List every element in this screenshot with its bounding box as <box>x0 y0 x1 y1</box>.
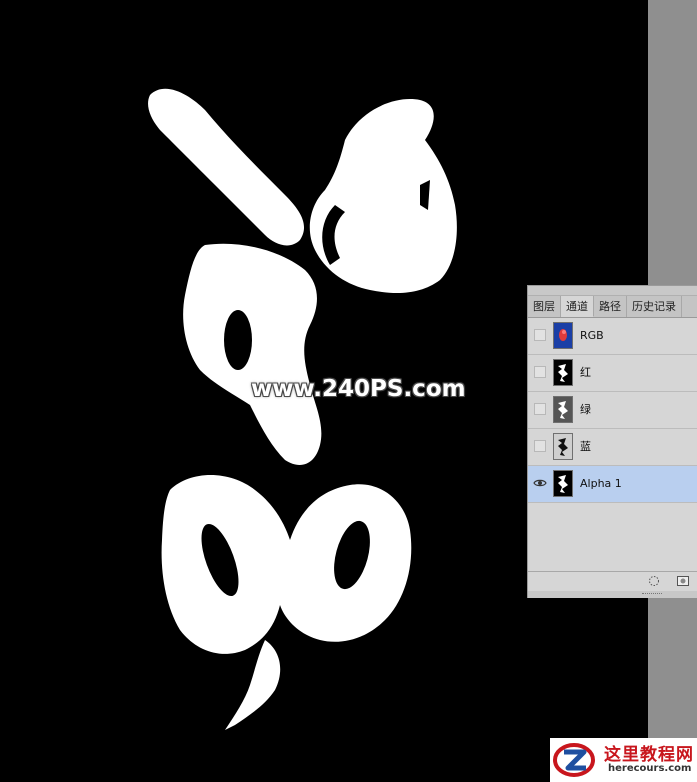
channel-label: Alpha 1 <box>580 477 622 490</box>
channel-label: 蓝 <box>580 440 591 453</box>
site-logo: 这里教程网 herecours.com <box>550 738 697 782</box>
load-selection-icon[interactable] <box>648 575 660 587</box>
channel-row-alpha[interactable]: Alpha 1 <box>528 466 697 503</box>
visibility-toggle[interactable] <box>534 329 546 341</box>
channel-label: RGB <box>580 329 604 342</box>
tab-paths[interactable]: 路径 <box>594 296 627 317</box>
panel-header-bar[interactable] <box>528 286 697 296</box>
tab-layers[interactable]: 图层 <box>528 296 561 317</box>
visibility-toggle[interactable] <box>534 366 546 378</box>
green-channel-thumbnail-icon <box>553 396 573 423</box>
channel-label: 绿 <box>580 403 591 416</box>
save-selection-icon[interactable] <box>677 575 689 587</box>
channel-list: RGB 红 绿 蓝 Alpha 1 <box>528 318 697 503</box>
watermark-text: www.240PS.com <box>251 376 466 402</box>
logo-mark-icon <box>553 743 595 777</box>
eye-icon <box>533 479 547 487</box>
alpha-channel-thumbnail-icon <box>553 470 573 497</box>
rgb-thumbnail-icon <box>553 322 573 349</box>
red-channel-thumbnail-icon <box>553 359 573 386</box>
channel-label: 红 <box>580 366 591 379</box>
channel-row-blue[interactable]: 蓝 <box>528 429 697 466</box>
visibility-toggle[interactable] <box>534 403 546 415</box>
channels-panel: 图层 通道 路径 历史记录 RGB 红 绿 蓝 Alpha 1 <box>527 285 697 598</box>
blue-channel-thumbnail-icon <box>553 433 573 460</box>
tab-history[interactable]: 历史记录 <box>627 296 682 317</box>
logo-title: 这里教程网 <box>604 745 694 765</box>
panel-tabs: 图层 通道 路径 历史记录 <box>528 296 697 318</box>
panel-resize-grip[interactable] <box>528 591 697 598</box>
channel-row-rgb[interactable]: RGB <box>528 318 697 355</box>
visibility-toggle[interactable] <box>534 440 546 452</box>
tab-channels[interactable]: 通道 <box>561 296 594 317</box>
visibility-toggle[interactable] <box>533 477 547 489</box>
panel-footer <box>528 571 697 591</box>
channel-row-red[interactable]: 红 <box>528 355 697 392</box>
channel-row-green[interactable]: 绿 <box>528 392 697 429</box>
logo-url: herecours.com <box>608 763 692 774</box>
